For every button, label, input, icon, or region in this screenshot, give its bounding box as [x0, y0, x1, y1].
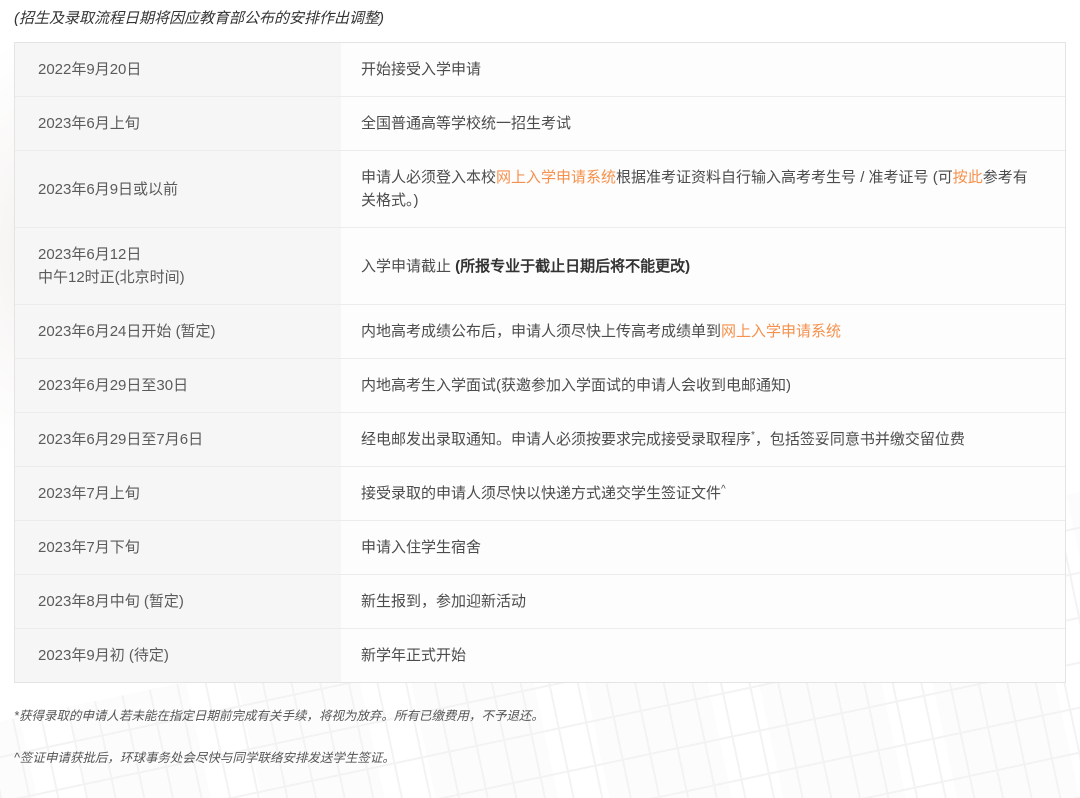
- content-segment: 申请入住学生宿舍: [361, 539, 481, 556]
- footnote-caret: ^签证申请获批后，环球事务处会尽快与同学联络安排发送学生签证。: [14, 750, 1064, 767]
- content-segment: 内地高考成绩公布后，申请人须尽快上传高考成绩单到: [361, 323, 721, 340]
- date-text: 2023年9月初 (待定): [38, 644, 169, 667]
- date-cell: 2023年9月初 (待定): [15, 629, 341, 682]
- date-cell: 2023年6月24日开始 (暂定): [15, 305, 341, 358]
- content-text: 申请入住学生宿舍: [361, 536, 481, 559]
- admissions-schedule-page: (招生及录取流程日期将因应教育部公布的安排作出调整) 2022年9月20日 开始…: [0, 0, 1080, 798]
- admissions-timeline-table: 2022年9月20日 开始接受入学申请 2023年6月上旬 全国普通高等学校统一…: [14, 42, 1066, 683]
- content-cell: 新生报到，参加迎新活动: [341, 575, 1065, 628]
- table-row: 2023年6月9日或以前 申请人必须登入本校网上入学申请系统根据准考证资料自行输…: [15, 151, 1065, 228]
- content-cell: 内地高考成绩公布后，申请人须尽快上传高考成绩单到网上入学申请系统: [341, 305, 1065, 358]
- date-text: 2023年7月下旬: [38, 536, 140, 559]
- date-cell: 2023年6月29日至7月6日: [15, 413, 341, 466]
- bold-text: (所报专业于截止日期后将不能更改): [455, 258, 690, 275]
- content-segment: 全国普通高等学校统一招生考试: [361, 115, 571, 132]
- content-cell: 全国普通高等学校统一招生考试: [341, 97, 1065, 150]
- content-text: 新学年正式开始: [361, 644, 466, 667]
- table-row: 2023年8月中旬 (暂定) 新生报到，参加迎新活动: [15, 575, 1065, 629]
- content-cell: 开始接受入学申请: [341, 43, 1065, 96]
- date-text: 2023年6月29日至7月6日: [38, 428, 203, 451]
- table-row: 2023年6月24日开始 (暂定) 内地高考成绩公布后，申请人须尽快上传高考成绩…: [15, 305, 1065, 359]
- date-text: 2023年6月9日或以前: [38, 178, 178, 201]
- content-text: 内地高考成绩公布后，申请人须尽快上传高考成绩单到网上入学申请系统: [361, 320, 841, 343]
- date-text: 2023年6月29日至30日: [38, 374, 188, 397]
- date-cell: 2023年8月中旬 (暂定): [15, 575, 341, 628]
- content-segment: 根据准考证资料自行输入高考考生号 / 准考证号 (可: [616, 169, 953, 186]
- date-cell: 2022年9月20日: [15, 43, 341, 96]
- content-cell: 接受录取的申请人须尽快以快递方式递交学生签证文件^: [341, 467, 1065, 520]
- table-row: 2023年9月初 (待定) 新学年正式开始: [15, 629, 1065, 682]
- date-cell: 2023年7月上旬: [15, 467, 341, 520]
- content-segment: 接受录取的申请人须尽快以快递方式递交学生签证文件: [361, 485, 721, 502]
- online-application-system-link[interactable]: 网上入学申请系统: [721, 323, 841, 340]
- date-text: 2023年8月中旬 (暂定): [38, 590, 184, 613]
- date-cell: 2023年6月上旬: [15, 97, 341, 150]
- content-cell: 内地高考生入学面试(获邀参加入学面试的申请人会收到电邮通知): [341, 359, 1065, 412]
- table-row: 2023年6月29日至7月6日 经电邮发出录取通知。申请人必须按要求完成接受录取…: [15, 413, 1065, 467]
- content-segment: 开始接受入学申请: [361, 61, 481, 78]
- table-row: 2023年7月下旬 申请入住学生宿舍: [15, 521, 1065, 575]
- table-row: 2022年9月20日 开始接受入学申请: [15, 43, 1065, 97]
- content-segment: 经电邮发出录取通知。申请人必须按要求完成接受录取程序: [361, 431, 751, 448]
- online-application-system-link[interactable]: 网上入学申请系统: [496, 169, 616, 186]
- table-row: 2023年6月12日中午12时正(北京时间) 入学申请截止 (所报专业于截止日期…: [15, 228, 1065, 305]
- footnote-marker: ^: [721, 484, 726, 495]
- content-cell: 新学年正式开始: [341, 629, 1065, 682]
- content-cell: 入学申请截止 (所报专业于截止日期后将不能更改): [341, 228, 1065, 304]
- content-cell: 经电邮发出录取通知。申请人必须按要求完成接受录取程序*，包括签妥同意书并缴交留位…: [341, 413, 1065, 466]
- content-segment: 入学申请截止: [361, 258, 455, 275]
- content-text: 入学申请截止 (所报专业于截止日期后将不能更改): [361, 255, 690, 278]
- table-row: 2023年6月上旬 全国普通高等学校统一招生考试: [15, 97, 1065, 151]
- date-cell: 2023年6月12日中午12时正(北京时间): [15, 228, 341, 304]
- table-row: 2023年7月上旬 接受录取的申请人须尽快以快递方式递交学生签证文件^: [15, 467, 1065, 521]
- content-segment: ，包括签妥同意书并缴交留位费: [755, 431, 965, 448]
- content-segment: 新学年正式开始: [361, 647, 466, 664]
- content-segment: 申请人必须登入本校: [361, 169, 496, 186]
- content-text: 全国普通高等学校统一招生考试: [361, 112, 571, 135]
- table-row: 2023年6月29日至30日 内地高考生入学面试(获邀参加入学面试的申请人会收到…: [15, 359, 1065, 413]
- content-text: 内地高考生入学面试(获邀参加入学面试的申请人会收到电邮通知): [361, 374, 791, 397]
- date-text: 2023年6月上旬: [38, 112, 140, 135]
- date-text: 2022年9月20日: [38, 58, 141, 81]
- date-text: 2023年6月24日开始 (暂定): [38, 320, 216, 343]
- content-cell: 申请人必须登入本校网上入学申请系统根据准考证资料自行输入高考考生号 / 准考证号…: [341, 151, 1065, 227]
- content-text: 申请人必须登入本校网上入学申请系统根据准考证资料自行输入高考考生号 / 准考证号…: [361, 166, 1039, 212]
- content-text: 经电邮发出录取通知。申请人必须按要求完成接受录取程序*，包括签妥同意书并缴交留位…: [361, 428, 965, 451]
- footnote-asterisk: *获得录取的申请人若未能在指定日期前完成有关手续，将视为放弃。所有已缴费用，不予…: [14, 708, 1064, 725]
- schedule-adjustment-note: (招生及录取流程日期将因应教育部公布的安排作出调整): [14, 8, 1065, 29]
- date-cell: 2023年7月下旬: [15, 521, 341, 574]
- date-cell: 2023年6月29日至30日: [15, 359, 341, 412]
- date-text: 2023年7月上旬: [38, 482, 140, 505]
- content-text: 接受录取的申请人须尽快以快递方式递交学生签证文件^: [361, 482, 726, 505]
- date-cell: 2023年6月9日或以前: [15, 151, 341, 227]
- content-text: 新生报到，参加迎新活动: [361, 590, 526, 613]
- content-text: 开始接受入学申请: [361, 58, 481, 81]
- content-segment: 新生报到，参加迎新活动: [361, 593, 526, 610]
- content-cell: 申请入住学生宿舍: [341, 521, 1065, 574]
- date-text: 2023年6月12日中午12时正(北京时间): [38, 243, 185, 289]
- click-here-link[interactable]: 按此: [953, 169, 983, 186]
- content-segment: 内地高考生入学面试(获邀参加入学面试的申请人会收到电邮通知): [361, 377, 791, 394]
